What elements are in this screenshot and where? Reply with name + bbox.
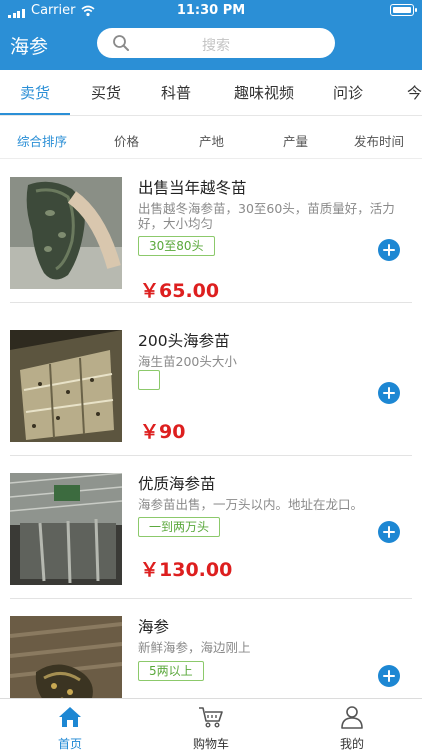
listing-title: 出售当年越冬苗	[138, 179, 247, 197]
bottom-tab-bar: 首页 购物车 我的	[0, 698, 422, 750]
list-item[interactable]: 出售当年越冬苗 出售越冬海参苗，30至60头，苗质量好，活力好，大小均匀 30至…	[0, 160, 422, 303]
add-to-cart-icon[interactable]	[378, 239, 400, 261]
tabbar-mine[interactable]: 我的	[282, 699, 422, 750]
sea-cucumber-photo	[10, 177, 122, 289]
sort-output[interactable]: 产量	[283, 131, 308, 150]
add-to-cart-icon[interactable]	[378, 521, 400, 543]
add-to-cart-icon[interactable]	[378, 382, 400, 404]
tab-today[interactable]: 今	[407, 82, 422, 103]
tabbar-mine-label: 我的	[339, 737, 364, 750]
user-icon	[341, 706, 363, 729]
divider	[10, 302, 412, 303]
listing-price: ￥65.00	[140, 280, 220, 302]
seedling-tank-photo	[10, 330, 122, 442]
listing-description: 海生苗200头大小	[138, 354, 237, 369]
listing-description: 新鲜海参，海边刚上	[138, 640, 251, 655]
tabbar-home-label: 首页	[57, 737, 82, 750]
tabbar-cart-label: 购物车	[192, 737, 229, 750]
listing-description: 出售越冬海参苗，30至60头，苗质量好，活力好，大小均匀	[138, 201, 395, 231]
sort-origin[interactable]: 产地	[199, 131, 224, 150]
cart-icon	[199, 707, 223, 728]
tab-sell[interactable]: 卖货	[20, 82, 50, 103]
seedling-net-photo	[10, 473, 122, 585]
listing-price: ￥130.00	[140, 559, 233, 581]
listing-tag	[138, 370, 160, 390]
search-placeholder: 搜索	[202, 38, 230, 54]
page-title: 海参	[10, 36, 49, 58]
listing-title: 优质海参苗	[138, 475, 216, 493]
add-to-cart-icon[interactable]	[378, 665, 400, 687]
sort-bar: 综合排序 价格 产地 产量 发布时间	[0, 117, 422, 159]
listing-tag: 一到两万头	[138, 517, 221, 537]
home-icon	[59, 707, 81, 727]
app-header: Carrier 11:30 PM 海参 搜索	[0, 0, 422, 70]
search-input[interactable]: 搜索	[97, 28, 335, 58]
listing-price: ￥90	[140, 421, 186, 443]
sort-publish-time[interactable]: 发布时间	[354, 131, 404, 150]
listing-tag: 30至80头	[138, 236, 215, 256]
status-time: 11:30 PM	[176, 3, 246, 18]
battery-icon	[390, 4, 417, 16]
list-item[interactable]: 200头海参苗 海生苗200头大小 ￥90	[0, 313, 422, 456]
tabbar-home[interactable]: 首页	[0, 699, 140, 750]
status-bar: Carrier 11:30 PM	[0, 0, 422, 22]
tab-science[interactable]: 科普	[161, 82, 191, 103]
category-tabs: 卖货 买货 科普 趣味视频 问诊 今	[0, 70, 422, 116]
tab-consultation[interactable]: 问诊	[333, 82, 363, 103]
sort-overall[interactable]: 综合排序	[17, 131, 67, 150]
tab-fun-video[interactable]: 趣味视频	[234, 82, 294, 103]
listing-title: 海参	[138, 618, 170, 636]
active-tab-indicator	[0, 113, 70, 115]
tabbar-cart[interactable]: 购物车	[141, 699, 281, 750]
listing-tag: 5两以上	[138, 661, 204, 681]
sort-price[interactable]: 价格	[114, 131, 139, 150]
listing-title: 200头海参苗	[138, 332, 230, 350]
tab-buy[interactable]: 买货	[91, 82, 121, 103]
list-item[interactable]: 优质海参苗 海参苗出售，一万头以内。地址在龙口。 一到两万头 ￥130.00	[0, 456, 422, 599]
listing-description: 海参苗出售，一万头以内。地址在龙口。	[138, 497, 364, 512]
